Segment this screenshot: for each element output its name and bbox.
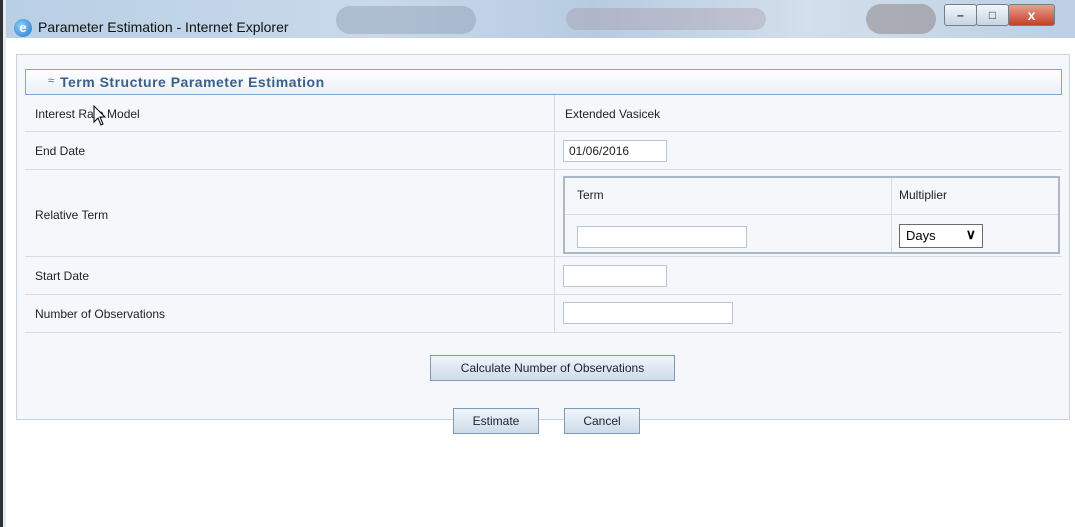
close-button[interactable]: x xyxy=(1008,4,1055,26)
start-date-field[interactable] xyxy=(563,265,667,287)
chevron-down-icon: ∨ xyxy=(965,226,976,242)
window-controls: – □ x xyxy=(944,4,1055,26)
start-date-label: Start Date xyxy=(35,269,90,283)
minimize-button[interactable]: – xyxy=(944,4,977,26)
relative-term-table: Term Multiplier Days ∨ xyxy=(563,176,1060,254)
end-date-label: End Date xyxy=(35,144,86,158)
number-of-observations-field[interactable] xyxy=(563,302,733,324)
double-chevron-up-icon[interactable]: ≈ xyxy=(48,75,54,87)
window-title: Parameter Estimation - Internet Explorer xyxy=(38,19,289,35)
relative-term-label: Relative Term xyxy=(35,208,109,222)
page-content: ≈ Term Structure Parameter Estimation In… xyxy=(6,38,1075,527)
section-header[interactable]: ≈ Term Structure Parameter Estimation xyxy=(25,69,1062,95)
estimate-button[interactable]: Estimate xyxy=(453,408,539,434)
section-title: Term Structure Parameter Estimation xyxy=(60,74,325,90)
row-start-date: Start Date xyxy=(25,257,1062,295)
multiplier-select[interactable]: Days ∨ xyxy=(899,224,983,248)
ie-icon: e xyxy=(14,19,32,37)
number-of-observations-label: Number of Observations xyxy=(35,307,166,321)
row-relative-term: Relative Term Term Multiplier Days ∨ xyxy=(25,170,1062,257)
multiplier-selected-value: Days xyxy=(906,228,936,243)
row-number-of-observations: Number of Observations xyxy=(25,295,1062,333)
term-header: Term xyxy=(577,188,604,202)
term-input[interactable] xyxy=(577,226,747,248)
multiplier-header: Multiplier xyxy=(899,188,948,202)
interest-rate-model-value: Extended Vasicek xyxy=(565,107,661,121)
term-structure-section: ≈ Term Structure Parameter Estimation In… xyxy=(16,54,1070,420)
mouse-cursor-icon xyxy=(93,105,107,126)
calculate-observations-button[interactable]: Calculate Number of Observations xyxy=(430,355,675,381)
browser-window: e Parameter Estimation - Internet Explor… xyxy=(6,0,1075,527)
end-date-field[interactable]: 01/06/2016 xyxy=(563,140,667,162)
maximize-button[interactable]: □ xyxy=(976,4,1009,26)
cancel-button[interactable]: Cancel xyxy=(564,408,640,434)
row-end-date: End Date 01/06/2016 xyxy=(25,132,1062,170)
interest-rate-model-label: Interest Rate Model xyxy=(35,107,140,121)
row-interest-rate-model: Interest Rate Model Extended Vasicek xyxy=(25,95,1062,132)
title-bar[interactable]: e Parameter Estimation - Internet Explor… xyxy=(6,0,1075,38)
